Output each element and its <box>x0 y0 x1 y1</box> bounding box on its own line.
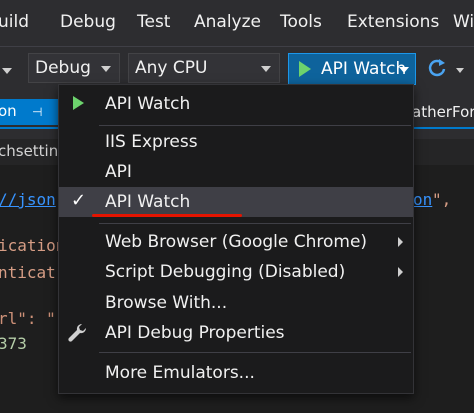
start-debugging-button[interactable]: API Watch <box>288 53 416 85</box>
menu-item-web-browser[interactable]: Web Browser (Google Chrome) <box>59 227 413 257</box>
code-schema-link-end[interactable]: on <box>413 190 432 209</box>
run-target-label: API Watch <box>321 59 407 79</box>
menu-item-api-watch-run[interactable]: API Watch <box>59 89 413 119</box>
chevron-down-icon[interactable] <box>399 67 409 73</box>
menu-bar: uild Debug Test Analyze Tools Extensions… <box>0 0 474 46</box>
chevron-down-icon[interactable] <box>456 68 464 73</box>
menu-item-more-emulators[interactable]: More Emulators... <box>59 358 413 388</box>
menu-item-label: Web Browser (Google Chrome) <box>105 232 368 252</box>
menu-extensions[interactable]: Extensions <box>347 12 439 32</box>
pin-icon[interactable]: ⊣ <box>32 105 42 119</box>
play-icon <box>73 96 84 110</box>
menu-separator <box>99 352 411 353</box>
menu-item-api-watch-selected[interactable]: ✓ API Watch <box>59 187 413 217</box>
menu-window[interactable]: Wi <box>453 12 474 32</box>
platform-value: Any CPU <box>135 58 208 78</box>
code-text: ", <box>432 190 452 209</box>
document-tab-weatherforecast[interactable]: atherFor <box>412 103 474 121</box>
menu-test[interactable]: Test <box>137 12 170 32</box>
menu-item-browse-with[interactable]: Browse With... <box>59 288 413 318</box>
highlight-underline <box>92 214 242 217</box>
menu-debug[interactable]: Debug <box>60 12 116 32</box>
play-icon <box>299 61 311 77</box>
menu-item-api[interactable]: API <box>59 157 413 187</box>
configuration-value: Debug <box>35 58 91 78</box>
menu-item-label: API Watch <box>105 192 191 212</box>
menu-item-label: IIS Express <box>105 132 198 152</box>
menu-analyze[interactable]: Analyze <box>194 12 261 32</box>
code-text: nticat <box>0 263 56 282</box>
menu-item-label: API Watch <box>105 94 191 114</box>
code-schema-link[interactable]: //json <box>0 190 56 209</box>
menu-item-debug-properties[interactable]: API Debug Properties <box>59 318 413 348</box>
menu-item-label: More Emulators... <box>105 363 255 383</box>
platform-combo[interactable]: Any CPU <box>128 53 280 83</box>
menu-separator <box>99 223 411 224</box>
checkmark-icon: ✓ <box>71 190 87 211</box>
document-tab-active[interactable]: on ⊣ <box>0 99 58 125</box>
wrench-icon <box>68 323 87 342</box>
menu-separator <box>99 125 411 126</box>
menu-item-label: Script Debugging (Disabled) <box>105 262 346 282</box>
menu-item-label: Browse With... <box>105 293 228 313</box>
menu-build[interactable]: uild <box>0 12 29 32</box>
menu-item-label: API Debug Properties <box>105 323 285 343</box>
chevron-right-icon <box>398 267 403 277</box>
menu-item-script-debugging[interactable]: Script Debugging (Disabled) <box>59 257 413 287</box>
debug-target-dropdown: API Watch IIS Express API ✓ API Watch We… <box>58 84 414 394</box>
code-text: 373 <box>0 334 27 353</box>
chevron-right-icon <box>398 237 403 247</box>
menu-tools[interactable]: Tools <box>280 12 322 32</box>
code-text: rl": " <box>0 309 56 328</box>
chevron-down-icon[interactable] <box>2 68 12 74</box>
tab-label: on <box>0 102 17 120</box>
refresh-icon[interactable] <box>426 57 448 79</box>
chevron-down-icon <box>101 66 111 72</box>
configuration-combo[interactable]: Debug <box>28 53 120 83</box>
menu-item-iis-express[interactable]: IIS Express <box>59 127 413 157</box>
chevron-down-icon <box>261 66 271 72</box>
code-text: ication <box>0 236 66 255</box>
menu-item-label: API <box>105 162 132 182</box>
